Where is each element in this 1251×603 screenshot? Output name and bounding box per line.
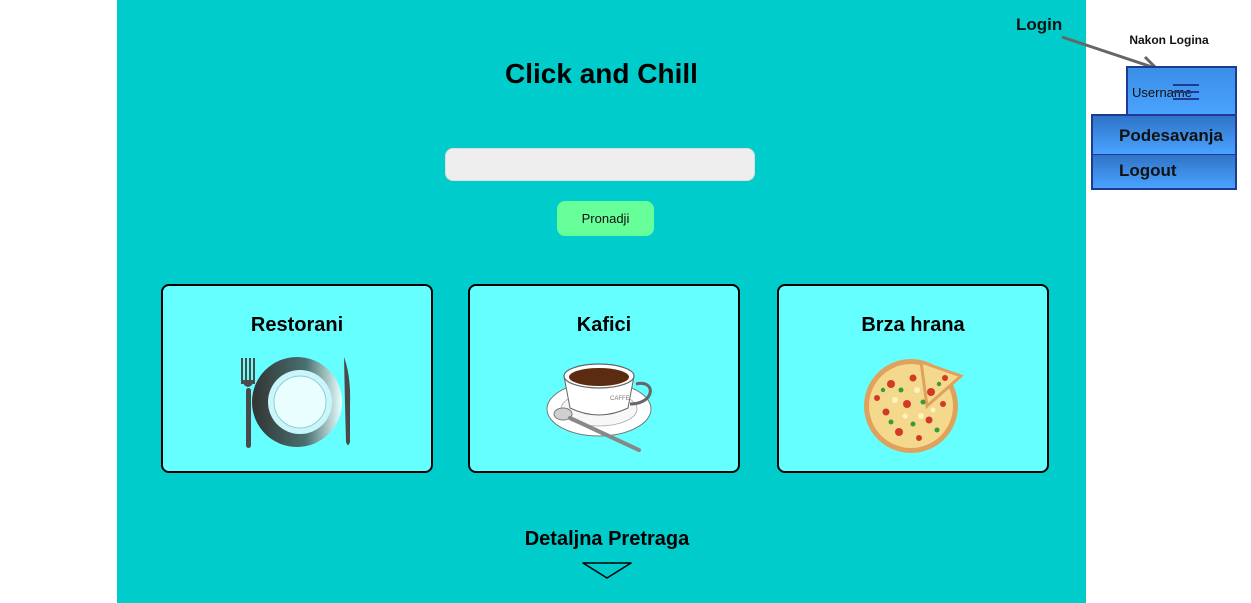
cup-text: CAFFE <box>610 396 630 402</box>
category-title: Restorani <box>250 314 344 336</box>
detail-search-label[interactable]: Detaljna Pretraga <box>507 528 707 551</box>
menu-item-podesavanja[interactable]: Podesavanja <box>1091 114 1237 156</box>
hamburger-menu-icon[interactable] <box>1173 83 1201 101</box>
search-button[interactable]: Pronadji <box>557 201 654 236</box>
category-title: Brza hrana <box>861 314 965 336</box>
category-title: Kafici <box>576 314 632 336</box>
search-input[interactable] <box>445 148 755 181</box>
plate-fork-knife-icon <box>241 357 351 448</box>
category-card-brza-hrana[interactable]: Brza hrana <box>777 284 1049 473</box>
main-panel: Click and Chill Pronadji Restorani Kafic… <box>117 0 1086 603</box>
category-card-kafici[interactable]: Kafici CAFFE <box>468 284 740 473</box>
pizza-icon <box>864 359 964 453</box>
page-title: Click and Chill <box>505 58 698 89</box>
menu-item-logout[interactable]: Logout <box>1091 154 1237 190</box>
chevron-down-icon[interactable] <box>582 562 632 580</box>
category-card-restorani[interactable]: Restorani <box>161 284 433 473</box>
coffee-cup-icon: CAFFE <box>546 363 652 452</box>
